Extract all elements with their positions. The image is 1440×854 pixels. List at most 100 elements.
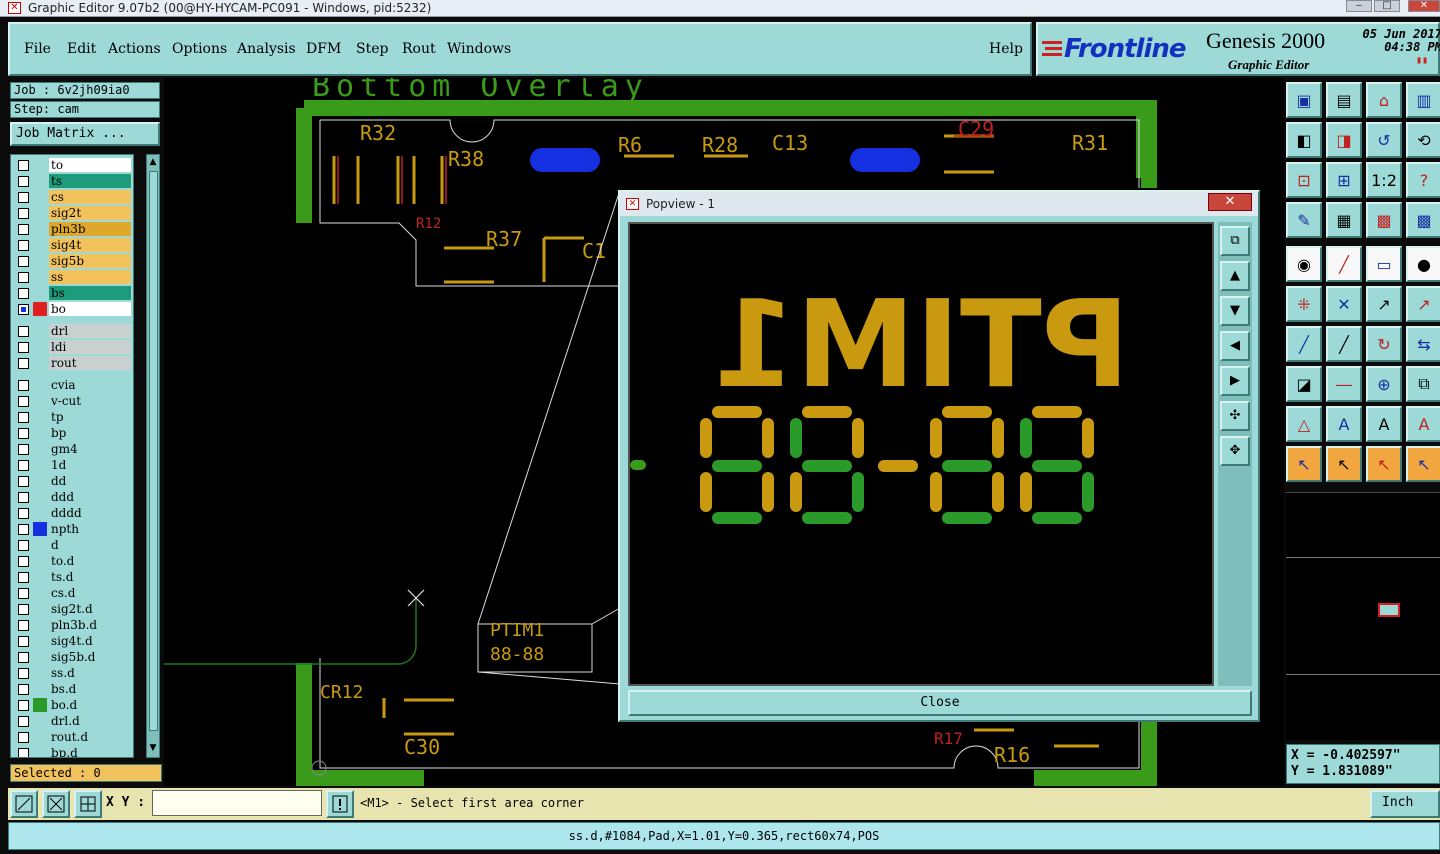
layer-checkbox[interactable] <box>18 176 29 187</box>
grid-view-button[interactable]: ▦ <box>1326 202 1362 238</box>
layer-row-to[interactable]: to <box>11 157 133 173</box>
layer-name[interactable]: ss.d <box>49 666 131 680</box>
select-arrow-button[interactable]: ↖ <box>1286 446 1322 482</box>
scroll-up-icon[interactable]: ▲ <box>148 157 158 167</box>
scroll-down-icon[interactable]: ▼ <box>148 743 158 753</box>
layer-checkbox[interactable] <box>18 256 29 267</box>
layer-name[interactable]: bo.d <box>49 698 131 712</box>
layer-row-sig4t[interactable]: sig4t <box>11 237 133 253</box>
window-close-button[interactable]: ✕ <box>1408 0 1440 12</box>
layer-color-swatch[interactable] <box>33 682 47 696</box>
layer-list-scrollbar[interactable]: ▲ ▼ <box>146 154 160 758</box>
popview-shrink-button[interactable]: ✥ <box>1220 436 1250 466</box>
line-red-button[interactable]: ╱ <box>1286 326 1322 362</box>
tools-button[interactable]: ✎ <box>1286 202 1322 238</box>
layer-name[interactable]: cvia <box>49 378 131 392</box>
layer-name[interactable]: sig4t <box>49 238 131 252</box>
layer-name[interactable]: pln3b.d <box>49 618 131 632</box>
layer-checkbox[interactable] <box>18 224 29 235</box>
layer-color-swatch[interactable] <box>33 270 47 284</box>
layer-row-bo[interactable]: bo <box>11 301 133 317</box>
layer-checkbox[interactable] <box>18 160 29 171</box>
popview-close-button[interactable]: Close <box>628 690 1252 716</box>
popview-titlebar[interactable]: ✕ Popview - 1 ✕ <box>620 192 1258 216</box>
layer-row-drl[interactable]: drl <box>11 323 133 339</box>
layer-color-swatch[interactable] <box>33 340 47 354</box>
layer-row-ts[interactable]: ts <box>11 173 133 189</box>
layer-color-swatch[interactable] <box>33 634 47 648</box>
layer-row-cs-d[interactable]: cs.d <box>11 585 133 601</box>
layer-name[interactable]: gm4 <box>49 442 131 456</box>
layer-checkbox[interactable] <box>18 342 29 353</box>
layer-checkbox[interactable] <box>18 652 29 663</box>
layer-row-cvia[interactable]: cvia <box>11 377 133 393</box>
maximize-button[interactable]: □ <box>1374 0 1400 12</box>
scale-1-2-button[interactable]: 1:2 <box>1366 162 1402 198</box>
layer-row-sig5b-d[interactable]: sig5b.d <box>11 649 133 665</box>
layer-name[interactable]: 1d <box>49 458 131 472</box>
layer-row-to-d[interactable]: to.d <box>11 553 133 569</box>
layer-row-v-cut[interactable]: v-cut <box>11 393 133 409</box>
layer-checkbox[interactable] <box>18 460 29 471</box>
select-path-button[interactable]: ↖ <box>1406 446 1440 482</box>
layer-color-swatch[interactable] <box>33 586 47 600</box>
layer-name[interactable]: ts <box>49 174 131 188</box>
layer-checkbox[interactable] <box>18 524 29 535</box>
layer-row-sig5b[interactable]: sig5b <box>11 253 133 269</box>
xy-input[interactable] <box>152 790 322 816</box>
mirror-button[interactable]: ⇆ <box>1406 326 1440 362</box>
split-window-button[interactable]: ▥ <box>1406 82 1440 118</box>
layer-name[interactable]: bp <box>49 426 131 440</box>
layer-checkbox[interactable] <box>18 700 29 711</box>
snap-mode-button[interactable] <box>10 790 38 818</box>
layer-checkbox[interactable] <box>18 492 29 503</box>
layer-color-swatch[interactable] <box>33 746 47 757</box>
layer-name[interactable]: ts.d <box>49 570 131 584</box>
layer-color-swatch[interactable] <box>33 174 47 188</box>
pan-left-button[interactable]: ◧ <box>1286 122 1322 158</box>
layer-color-swatch[interactable] <box>33 254 47 268</box>
layer-checkbox[interactable] <box>18 732 29 743</box>
layer-color-swatch[interactable] <box>33 356 47 370</box>
redraw-button[interactable]: ⟲ <box>1406 122 1440 158</box>
layer-color-swatch[interactable] <box>33 238 47 252</box>
layer-name[interactable]: bs.d <box>49 682 131 696</box>
cross-snap-button[interactable]: ✕ <box>1326 286 1362 322</box>
layer-color-swatch[interactable] <box>33 506 47 520</box>
text-a-3-button[interactable]: A <box>1366 406 1402 442</box>
layer-row-bs-d[interactable]: bs.d <box>11 681 133 697</box>
menu-help[interactable]: Help <box>989 41 1023 57</box>
layer-color-swatch[interactable] <box>33 324 47 338</box>
layer-row-bo-d[interactable]: bo.d <box>11 697 133 713</box>
menu-dfm[interactable]: DFM <box>306 41 341 57</box>
line-move-button[interactable]: ― <box>1326 366 1362 402</box>
layer-color-swatch[interactable] <box>33 474 47 488</box>
popview-expand-button[interactable]: ✣ <box>1220 401 1250 431</box>
layer-color-swatch[interactable] <box>33 394 47 408</box>
layer-name[interactable]: pln3b <box>49 222 131 236</box>
layer-checkbox[interactable] <box>18 620 29 631</box>
layer-name[interactable]: bo <box>49 302 131 316</box>
layer-name[interactable]: dddd <box>49 506 131 520</box>
layer-color-swatch[interactable] <box>33 538 47 552</box>
layer-row-sig2t[interactable]: sig2t <box>11 205 133 221</box>
layer-name[interactable]: bs <box>49 286 131 300</box>
layer-name[interactable]: cs <box>49 190 131 204</box>
layer-name[interactable]: sig2t.d <box>49 602 131 616</box>
layer-checkbox[interactable] <box>18 240 29 251</box>
layer-checkbox[interactable] <box>18 444 29 455</box>
popview-pan-right-button[interactable]: ▶ <box>1220 366 1250 396</box>
layer-color-swatch[interactable] <box>33 602 47 616</box>
layer-row-ts-d[interactable]: ts.d <box>11 569 133 585</box>
layer-row-1d[interactable]: 1d <box>11 457 133 473</box>
arc-feature-button[interactable]: ↗ <box>1366 286 1402 322</box>
scroll-thumb[interactable] <box>149 171 158 731</box>
layer-color-swatch[interactable] <box>33 158 47 172</box>
layer-name[interactable]: bp.d <box>49 746 131 757</box>
layer-row-npth[interactable]: npth <box>11 521 133 537</box>
layer-checkbox[interactable] <box>18 684 29 695</box>
layer-colors-2-button[interactable]: ▩ <box>1406 202 1440 238</box>
layer-color-swatch[interactable] <box>33 442 47 456</box>
layer-name[interactable]: drl.d <box>49 714 131 728</box>
layer-checkbox[interactable] <box>18 588 29 599</box>
